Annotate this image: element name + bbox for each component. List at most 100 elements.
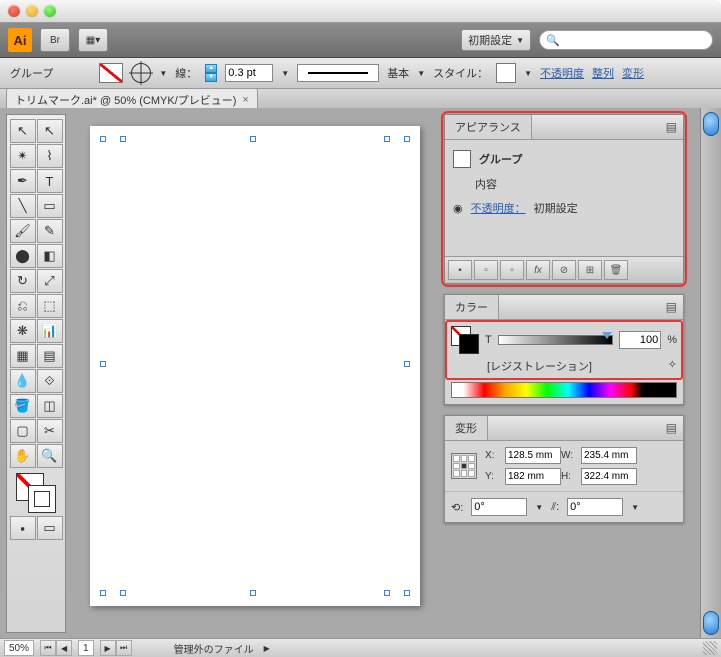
fill-stroke-control[interactable]: [16, 473, 56, 513]
workspace-label: 初期設定: [468, 32, 512, 48]
pen-tool[interactable]: ✒: [10, 169, 36, 193]
free-transform-tool[interactable]: ⬚: [37, 294, 63, 318]
live-paint-selection-tool[interactable]: ◫: [37, 394, 63, 418]
color-mode-button[interactable]: ▪: [10, 516, 36, 540]
appearance-panel-tab[interactable]: アピアランス: [445, 115, 532, 139]
graph-tool[interactable]: 📊: [37, 319, 63, 343]
w-label: W:: [561, 450, 575, 461]
zoom-level[interactable]: 50%: [4, 640, 34, 656]
blob-brush-tool[interactable]: ⬤: [10, 244, 36, 268]
artboard: [90, 126, 420, 606]
pencil-tool[interactable]: ✎: [37, 219, 63, 243]
search-icon: 🔍: [546, 34, 560, 47]
eraser-tool[interactable]: ◧: [37, 244, 63, 268]
scale-tool[interactable]: ⤢: [37, 269, 63, 293]
canvas-area[interactable]: [72, 114, 438, 633]
add-swatch-icon[interactable]: ✧: [668, 358, 677, 371]
direct-selection-tool[interactable]: ↖: [37, 119, 63, 143]
zoom-window-icon[interactable]: [44, 5, 56, 17]
rotate-input[interactable]: [471, 498, 527, 516]
percent-label: %: [667, 334, 677, 346]
lasso-tool[interactable]: ⌇: [37, 144, 63, 168]
transform-link[interactable]: 変形: [622, 65, 644, 81]
selection-tool[interactable]: ↖: [10, 119, 36, 143]
y-input[interactable]: [505, 468, 561, 485]
panel-menu-icon[interactable]: ▤: [660, 118, 683, 136]
color-fill-stroke-icon[interactable]: [451, 326, 479, 354]
duplicate-item-button[interactable]: ⊞: [578, 260, 602, 280]
rotate-tool[interactable]: ↻: [10, 269, 36, 293]
panel-dock-scroll[interactable]: [700, 108, 721, 639]
w-input[interactable]: [581, 447, 637, 464]
color-swatch-name: [レジストレーション]: [487, 361, 592, 373]
appearance-fill-button[interactable]: ▫: [500, 260, 524, 280]
effects-button[interactable]: fx: [526, 260, 550, 280]
artboard-pager[interactable]: ▶⏭: [100, 640, 132, 656]
type-tool[interactable]: T: [37, 169, 63, 193]
line-tool[interactable]: ╲: [10, 194, 36, 218]
panel-menu-icon[interactable]: ▤: [660, 419, 683, 437]
hand-tool[interactable]: ✋: [10, 444, 36, 468]
shear-input[interactable]: [567, 498, 623, 516]
y-label: Y:: [485, 471, 499, 482]
color-panel-tab[interactable]: カラー: [445, 295, 499, 319]
panel-menu-icon[interactable]: ▤: [660, 298, 683, 316]
workspace-switcher[interactable]: 初期設定▼: [461, 29, 531, 51]
clear-appearance-button[interactable]: ⊘: [552, 260, 576, 280]
scroll-thumb-icon[interactable]: [703, 611, 719, 635]
stroke-width-spinner[interactable]: ▲▼: [205, 64, 217, 82]
eyedropper-tool[interactable]: 💧: [10, 369, 36, 393]
status-bar: 50% ⏮◀ 1 ▶⏭ 管理外のファイル ▶: [0, 638, 721, 657]
stroke-style-preview[interactable]: [297, 64, 379, 82]
slice-tool[interactable]: ✂: [37, 419, 63, 443]
resize-gripper-icon[interactable]: [703, 641, 717, 655]
stroke-cap-label: 基本: [387, 65, 409, 81]
rectangle-tool[interactable]: ▭: [37, 194, 63, 218]
arrange-documents-button[interactable]: ▦▾: [78, 28, 108, 52]
appearance-object-type: グループ: [479, 151, 522, 167]
appearance-stroke-button[interactable]: ▫: [474, 260, 498, 280]
x-input[interactable]: [505, 447, 561, 464]
align-link[interactable]: 整列: [592, 65, 614, 81]
artboard-number[interactable]: 1: [78, 640, 94, 656]
appearance-opacity-link[interactable]: 不透明度：: [471, 200, 526, 216]
h-input[interactable]: [581, 468, 637, 485]
color-channel-label: T: [485, 334, 492, 346]
gradient-tool[interactable]: ▤: [37, 344, 63, 368]
paintbrush-tool[interactable]: 🖌: [10, 219, 36, 243]
color-spectrum[interactable]: [451, 382, 677, 398]
scroll-thumb-icon[interactable]: [703, 112, 719, 136]
mesh-tool[interactable]: ▦: [10, 344, 36, 368]
document-tab-title: トリムマーク.ai* @ 50% (CMYK/プレビュー): [15, 92, 236, 108]
warp-tool[interactable]: ⎌: [10, 294, 36, 318]
tint-slider[interactable]: [498, 335, 613, 345]
close-tab-icon[interactable]: ×: [242, 94, 248, 106]
screen-mode-button[interactable]: ▭: [37, 516, 63, 540]
magic-wand-tool[interactable]: ✴: [10, 144, 36, 168]
delete-item-button[interactable]: 🗑: [604, 260, 628, 280]
stroke-width-input[interactable]: [225, 64, 273, 82]
appearance-thumb-icon: [453, 150, 471, 168]
bridge-button[interactable]: Br: [40, 28, 70, 52]
x-label: X:: [485, 450, 499, 461]
appearance-opacity-value: 初期設定: [534, 200, 578, 216]
tint-value-input[interactable]: [619, 331, 661, 349]
blend-tool[interactable]: ⟐: [37, 369, 63, 393]
search-field[interactable]: 🔍: [539, 30, 713, 50]
minimize-window-icon[interactable]: [26, 5, 38, 17]
visibility-icon[interactable]: ◉: [453, 202, 463, 215]
symbol-sprayer-tool[interactable]: ❋: [10, 319, 36, 343]
app-icon: Ai: [8, 28, 32, 52]
new-art-button[interactable]: ▪: [448, 260, 472, 280]
close-window-icon[interactable]: [8, 5, 20, 17]
style-swatch[interactable]: [496, 63, 516, 83]
opacity-link[interactable]: 不透明度: [540, 65, 584, 81]
transform-panel-tab[interactable]: 変形: [445, 416, 488, 440]
artboard-tool[interactable]: ▢: [10, 419, 36, 443]
artboard-pager[interactable]: ⏮◀: [40, 640, 72, 656]
fill-swatch[interactable]: [99, 63, 123, 83]
recolor-icon[interactable]: [131, 63, 151, 83]
live-paint-tool[interactable]: 🪣: [10, 394, 36, 418]
zoom-tool[interactable]: 🔍: [37, 444, 63, 468]
reference-point-selector[interactable]: [451, 453, 477, 479]
